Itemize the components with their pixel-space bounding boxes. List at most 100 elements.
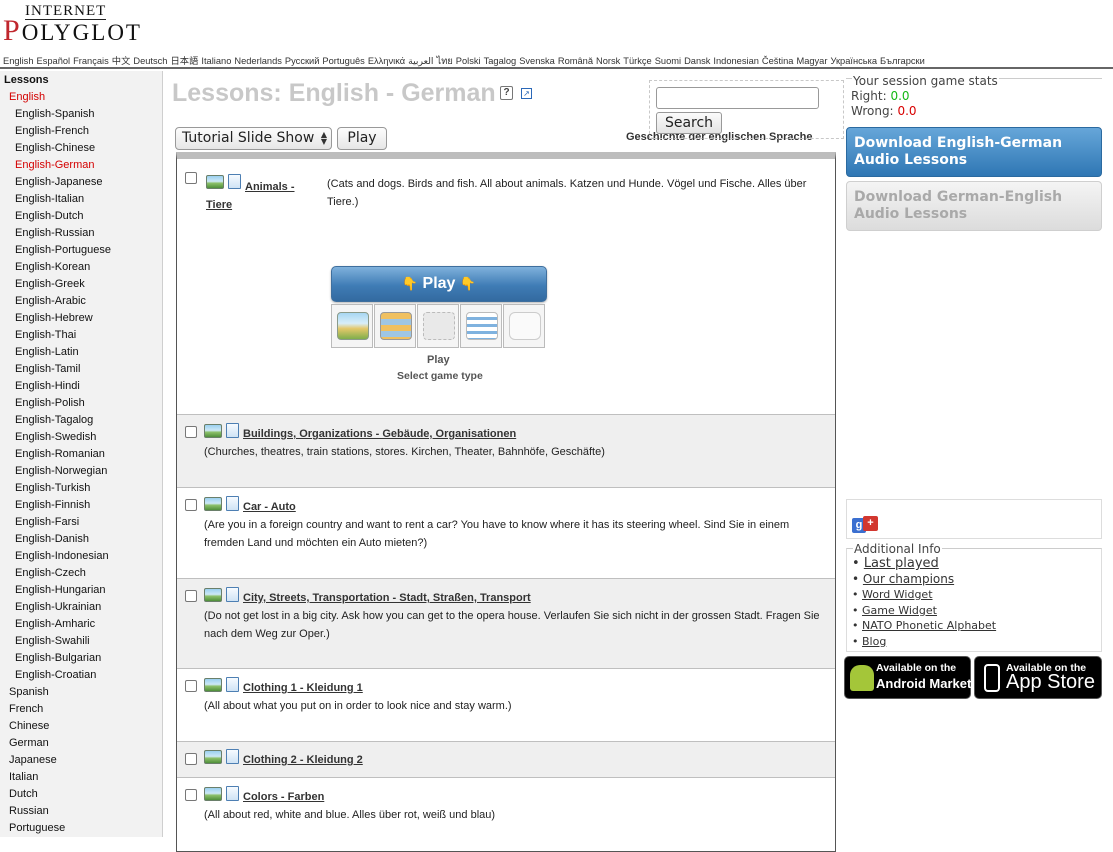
picture-icon[interactable] — [204, 424, 222, 438]
sidebar-item-english-latin[interactable]: English-Latin — [15, 346, 79, 358]
sidebar-item-english-portuguese[interactable]: English-Portuguese — [15, 244, 111, 256]
sidebar-item-english-spanish[interactable]: English-Spanish — [15, 108, 95, 120]
sidebar-item-english-thai[interactable]: English-Thai — [15, 329, 76, 341]
sidebar-item-english[interactable]: English — [9, 91, 45, 103]
sidebar-item-english-greek[interactable]: English-Greek — [15, 278, 85, 290]
lang-link[interactable]: 中文 — [112, 56, 131, 66]
lang-link[interactable]: Français — [73, 56, 109, 66]
sidebar-item-english-german[interactable]: English-German — [15, 159, 94, 171]
search-input[interactable] — [656, 87, 819, 109]
lang-link[interactable]: Polski — [456, 56, 481, 66]
sidebar-item-english-norwegian[interactable]: English-Norwegian — [15, 465, 107, 477]
lang-link[interactable]: Italiano — [201, 56, 231, 66]
sidebar-item-english-romanian[interactable]: English-Romanian — [15, 448, 105, 460]
document-icon[interactable] — [228, 174, 241, 189]
google-plus-icon[interactable]: g + — [852, 516, 880, 534]
sidebar-item-italian[interactable]: Italian — [9, 771, 38, 783]
sidebar-item-chinese[interactable]: Chinese — [9, 720, 49, 732]
picture-icon[interactable] — [206, 175, 224, 189]
android-market-badge[interactable]: Available on the Android Market — [844, 656, 971, 699]
sidebar-item-english-tamil[interactable]: English-Tamil — [15, 363, 80, 375]
sidebar-item-english-danish[interactable]: English-Danish — [15, 533, 89, 545]
sidebar-item-english-turkish[interactable]: English-Turkish — [15, 482, 90, 494]
picture-icon[interactable] — [204, 750, 222, 764]
sidebar-item-dutch[interactable]: Dutch — [9, 788, 38, 800]
sidebar-item-german[interactable]: German — [9, 737, 49, 749]
lesson-title[interactable]: Colors - Farben — [243, 791, 324, 803]
sidebar-item-portuguese[interactable]: Portuguese — [9, 822, 65, 834]
lang-link[interactable]: Ελληνικά — [368, 56, 405, 66]
info-link-champions[interactable]: • Our champions — [852, 572, 954, 586]
lesson-title[interactable]: Buildings, Organizations - Gebäude, Orga… — [243, 428, 516, 440]
sidebar-item-english-dutch[interactable]: English-Dutch — [15, 210, 83, 222]
sidebar-item-russian[interactable]: Russian — [9, 805, 49, 817]
info-link-word-widget[interactable]: • Word Widget — [852, 588, 933, 601]
lesson-title[interactable]: Clothing 2 - Kleidung 2 — [243, 754, 363, 766]
lang-link[interactable]: Українська — [830, 56, 877, 66]
lesson-title[interactable]: Clothing 1 - Kleidung 1 — [243, 682, 363, 694]
picture-icon[interactable] — [204, 787, 222, 801]
lang-link[interactable]: Português — [322, 56, 364, 66]
sidebar-item-english-bulgarian[interactable]: English-Bulgarian — [15, 652, 101, 664]
lang-link[interactable]: English — [3, 56, 34, 66]
sidebar-item-english-indonesian[interactable]: English-Indonesian — [15, 550, 109, 562]
picture-icon[interactable] — [204, 588, 222, 602]
document-icon[interactable] — [226, 749, 239, 764]
info-link-last-played[interactable]: • Last played — [852, 556, 939, 571]
lang-link[interactable]: Suomi — [655, 56, 681, 66]
lesson-checkbox[interactable] — [185, 590, 197, 602]
download-english-german-button[interactable]: Download English-German Audio Lessons — [846, 127, 1102, 177]
search-button[interactable]: Search — [656, 112, 722, 134]
lesson-checkbox[interactable] — [185, 789, 197, 801]
game-type-picture[interactable] — [331, 304, 373, 348]
document-icon[interactable] — [226, 496, 239, 511]
sidebar-item-english-swahili[interactable]: English-Swahili — [15, 635, 90, 647]
lesson-checkbox[interactable] — [185, 680, 197, 692]
sidebar-item-english-chinese[interactable]: English-Chinese — [15, 142, 95, 154]
sidebar-item-english-polish[interactable]: English-Polish — [15, 397, 85, 409]
lang-link[interactable]: Deutsch — [133, 56, 167, 66]
sidebar-item-english-arabic[interactable]: English-Arabic — [15, 295, 86, 307]
lang-link[interactable]: 日本語 — [170, 56, 198, 66]
big-play-button[interactable]: 👇 Play 👇 — [331, 266, 547, 302]
sidebar-item-japanese[interactable]: Japanese — [9, 754, 57, 766]
sidebar-item-english-japanese[interactable]: English-Japanese — [15, 176, 102, 188]
lang-link[interactable]: Norsk — [596, 56, 620, 66]
sidebar-item-english-croatian[interactable]: English-Croatian — [15, 669, 96, 681]
sidebar-item-english-hungarian[interactable]: English-Hungarian — [15, 584, 106, 596]
game-type-cards[interactable] — [374, 304, 416, 348]
lang-link[interactable]: Română — [558, 56, 593, 66]
sidebar-item-english-korean[interactable]: English-Korean — [15, 261, 90, 273]
lang-link[interactable]: Español — [37, 56, 71, 66]
sidebar-item-english-russian[interactable]: English-Russian — [15, 227, 94, 239]
sidebar-item-english-ukrainian[interactable]: English-Ukrainian — [15, 601, 101, 613]
game-mode-select[interactable]: Tutorial Slide Show ▲ ▼ — [175, 127, 332, 150]
lang-link[interactable]: Türkçe — [623, 56, 651, 66]
sidebar-item-english-farsi[interactable]: English-Farsi — [15, 516, 79, 528]
lang-link[interactable]: ไทย — [437, 56, 453, 66]
lang-link[interactable]: Русский — [285, 56, 320, 66]
lesson-title[interactable]: City, Streets, Transportation - Stadt, S… — [243, 592, 531, 604]
game-type-dice[interactable] — [503, 304, 545, 348]
game-type-list[interactable] — [460, 304, 502, 348]
lang-link[interactable]: العربية — [408, 56, 433, 66]
lang-link[interactable]: Čeština — [762, 56, 794, 66]
lesson-title-cont[interactable]: Tiere — [206, 199, 232, 211]
lang-link[interactable]: Magyar — [796, 56, 827, 66]
lang-link[interactable]: Indonesian — [713, 56, 759, 66]
external-link-icon[interactable]: ↗ — [521, 88, 532, 99]
lang-link[interactable]: Dansk — [684, 56, 710, 66]
document-icon[interactable] — [226, 677, 239, 692]
lang-link[interactable]: Tagalog — [484, 56, 517, 66]
site-logo[interactable]: INTERNET POLYGLOT — [3, 3, 140, 47]
info-link-game-widget[interactable]: • Game Widget — [852, 604, 937, 617]
play-button[interactable]: Play — [337, 127, 387, 150]
sidebar-item-english-french[interactable]: English-French — [15, 125, 89, 137]
sidebar-item-english-hebrew[interactable]: English-Hebrew — [15, 312, 93, 324]
info-link-nato-alphabet[interactable]: • NATO Phonetic Alphabet — [852, 619, 996, 632]
lesson-title[interactable]: Car - Auto — [243, 501, 296, 513]
lang-link[interactable]: Nederlands — [234, 56, 282, 66]
game-type-blocks[interactable] — [417, 304, 459, 348]
sidebar-item-english-amharic[interactable]: English-Amharic — [15, 618, 95, 630]
download-german-english-button[interactable]: Download German-English Audio Lessons — [846, 181, 1102, 231]
